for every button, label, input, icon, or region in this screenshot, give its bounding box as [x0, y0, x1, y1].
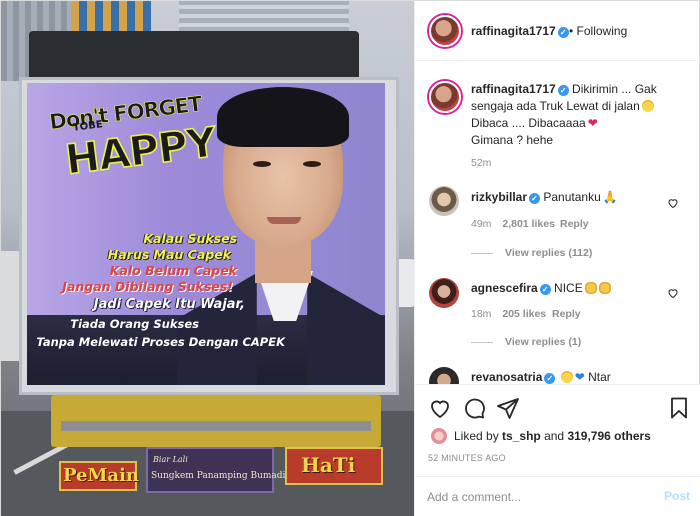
billboard-quote-line: Harus Mau Capek [107, 247, 231, 262]
post-sidebar: raffinagita1717 ✓ • Following raffinagita… [414, 1, 700, 516]
add-comment-bar: Post [415, 476, 700, 516]
post-photo[interactable]: Don't FORGET TOBE HAPPY Kalau Sukses Har… [1, 1, 414, 516]
comment-meta: 18m 205 likes [471, 308, 546, 320]
portrait-eye [253, 161, 271, 167]
comment-time: 18m [471, 308, 492, 320]
caption-text: Gimana ? hehe [471, 133, 554, 147]
comment-time: 49m [471, 218, 492, 230]
liker-avatar[interactable] [430, 427, 448, 445]
like-comment-heart-icon[interactable] [667, 287, 679, 299]
post-actions: Liked by ts_shp and 319,796 others 52 MI… [415, 384, 700, 516]
comment-meta: 49m 2,801 likes [471, 218, 555, 230]
caption-avatar[interactable] [429, 81, 461, 113]
separator-dot: • [569, 24, 574, 38]
likes-prefix: Liked by [454, 429, 499, 443]
portrait-hair [217, 87, 349, 147]
mudflap-center-text: Biar Lali [153, 455, 188, 464]
billboard-quote-line: Jadi Capek Itu Wajar, [93, 297, 245, 312]
reply-button[interactable]: Reply [552, 308, 581, 320]
view-replies-button[interactable]: View replies (1) [505, 336, 581, 348]
red-heart-emoji-icon: ❤ [587, 116, 598, 130]
billboard-quote-line: Tiada Orang Sukses [70, 317, 199, 331]
clapping-emoji-icon [584, 282, 597, 294]
billboard-quote-line: Tanpa Melewati Proses Dengan CAPEK [36, 335, 285, 349]
replies-divider [471, 342, 493, 343]
view-replies-button[interactable]: View replies (112) [505, 247, 592, 259]
comment-username[interactable]: rizkybillar [471, 190, 527, 204]
caption-text: Dibaca .... Dibacaaaa [471, 116, 586, 130]
comment-icon[interactable] [462, 396, 486, 420]
comment-username[interactable]: revanosatria [471, 370, 542, 384]
portrait-eye [303, 161, 321, 167]
truck-bumper-bar [61, 421, 371, 431]
follow-status[interactable]: • Following [569, 24, 627, 38]
comment-text: Panutanku [543, 190, 601, 204]
truck-billboard: Don't FORGET TOBE HAPPY Kalau Sukses Har… [27, 83, 385, 385]
mudflap-center [146, 447, 274, 493]
author-avatar[interactable] [429, 15, 461, 47]
billboard-quote-line: Kalo Belum Capek [109, 263, 237, 278]
comment-username[interactable]: agnescefira [471, 281, 538, 295]
like-comment-heart-icon[interactable] [667, 197, 679, 209]
reply-button[interactable]: Reply [560, 218, 589, 230]
comment-likes[interactable]: 205 likes [502, 308, 546, 320]
clapping-emoji-icon [598, 282, 611, 294]
caption-text: sengaja ada Truk Lewat di jalan [471, 99, 640, 113]
verified-icon: ✓ [544, 373, 556, 384]
verified-icon: ✓ [557, 27, 569, 38]
replies-divider [471, 253, 493, 254]
following-button[interactable]: Following [577, 24, 628, 38]
billboard-quote-line: Kalau Sukses [143, 231, 237, 246]
comment: rizkybillar ✓ Panutanku 🙏 [471, 189, 671, 206]
heart-icon[interactable] [428, 396, 452, 420]
laughing-emoji-icon [560, 371, 573, 383]
verified-icon: ✓ [529, 193, 541, 204]
comment-text: NICE [554, 281, 583, 295]
comment: agnescefira ✓ NICE [471, 280, 671, 297]
verified-icon: ✓ [557, 85, 569, 96]
likes-count[interactable]: 319,796 others [567, 429, 650, 443]
likes-summary: Liked by ts_shp and 319,796 others [454, 429, 651, 443]
add-comment-input[interactable] [427, 487, 647, 507]
liker-username[interactable]: ts_shp [502, 429, 541, 443]
post-timestamp[interactable]: 52 MINUTES AGO [428, 453, 506, 463]
mudflap-center-text: Sungkem Panamping Bumadi [151, 471, 286, 481]
post-header: raffinagita1717 ✓ • Following [415, 1, 700, 61]
praying-hands-emoji-icon: 🙏 [602, 190, 618, 204]
share-icon[interactable] [496, 396, 520, 420]
comment-text: Ntar [588, 370, 611, 384]
author-username[interactable]: raffinagita1717 ✓ [471, 24, 569, 38]
caption: raffinagita1717 ✓ Dikirimin ... Gak senga… [471, 81, 691, 149]
caption-text: Dikirimin ... Gak [572, 82, 657, 96]
post-comment-button[interactable]: Post [664, 489, 690, 503]
instagram-post: Don't FORGET TOBE HAPPY Kalau Sukses Har… [0, 0, 700, 516]
bookmark-icon[interactable] [667, 396, 691, 420]
author-username-text[interactable]: raffinagita1717 [471, 24, 556, 38]
likes-connector: and [544, 429, 565, 443]
billboard-quote-line: Jangan Dibilang Sukses! [62, 279, 233, 294]
caption-time: 52m [471, 157, 492, 169]
laughing-emoji-icon [641, 100, 654, 112]
verified-icon: ✓ [539, 284, 551, 295]
mudflap-right-text: HaTi [301, 453, 356, 477]
caption-username[interactable]: raffinagita1717 [471, 82, 556, 96]
comment-avatar[interactable] [429, 278, 459, 308]
comment-likes[interactable]: 2,801 likes [502, 218, 555, 230]
mudflap-left-text: PeMain [63, 465, 140, 486]
comment-avatar[interactable] [429, 186, 459, 216]
portrait-smile [267, 217, 301, 224]
